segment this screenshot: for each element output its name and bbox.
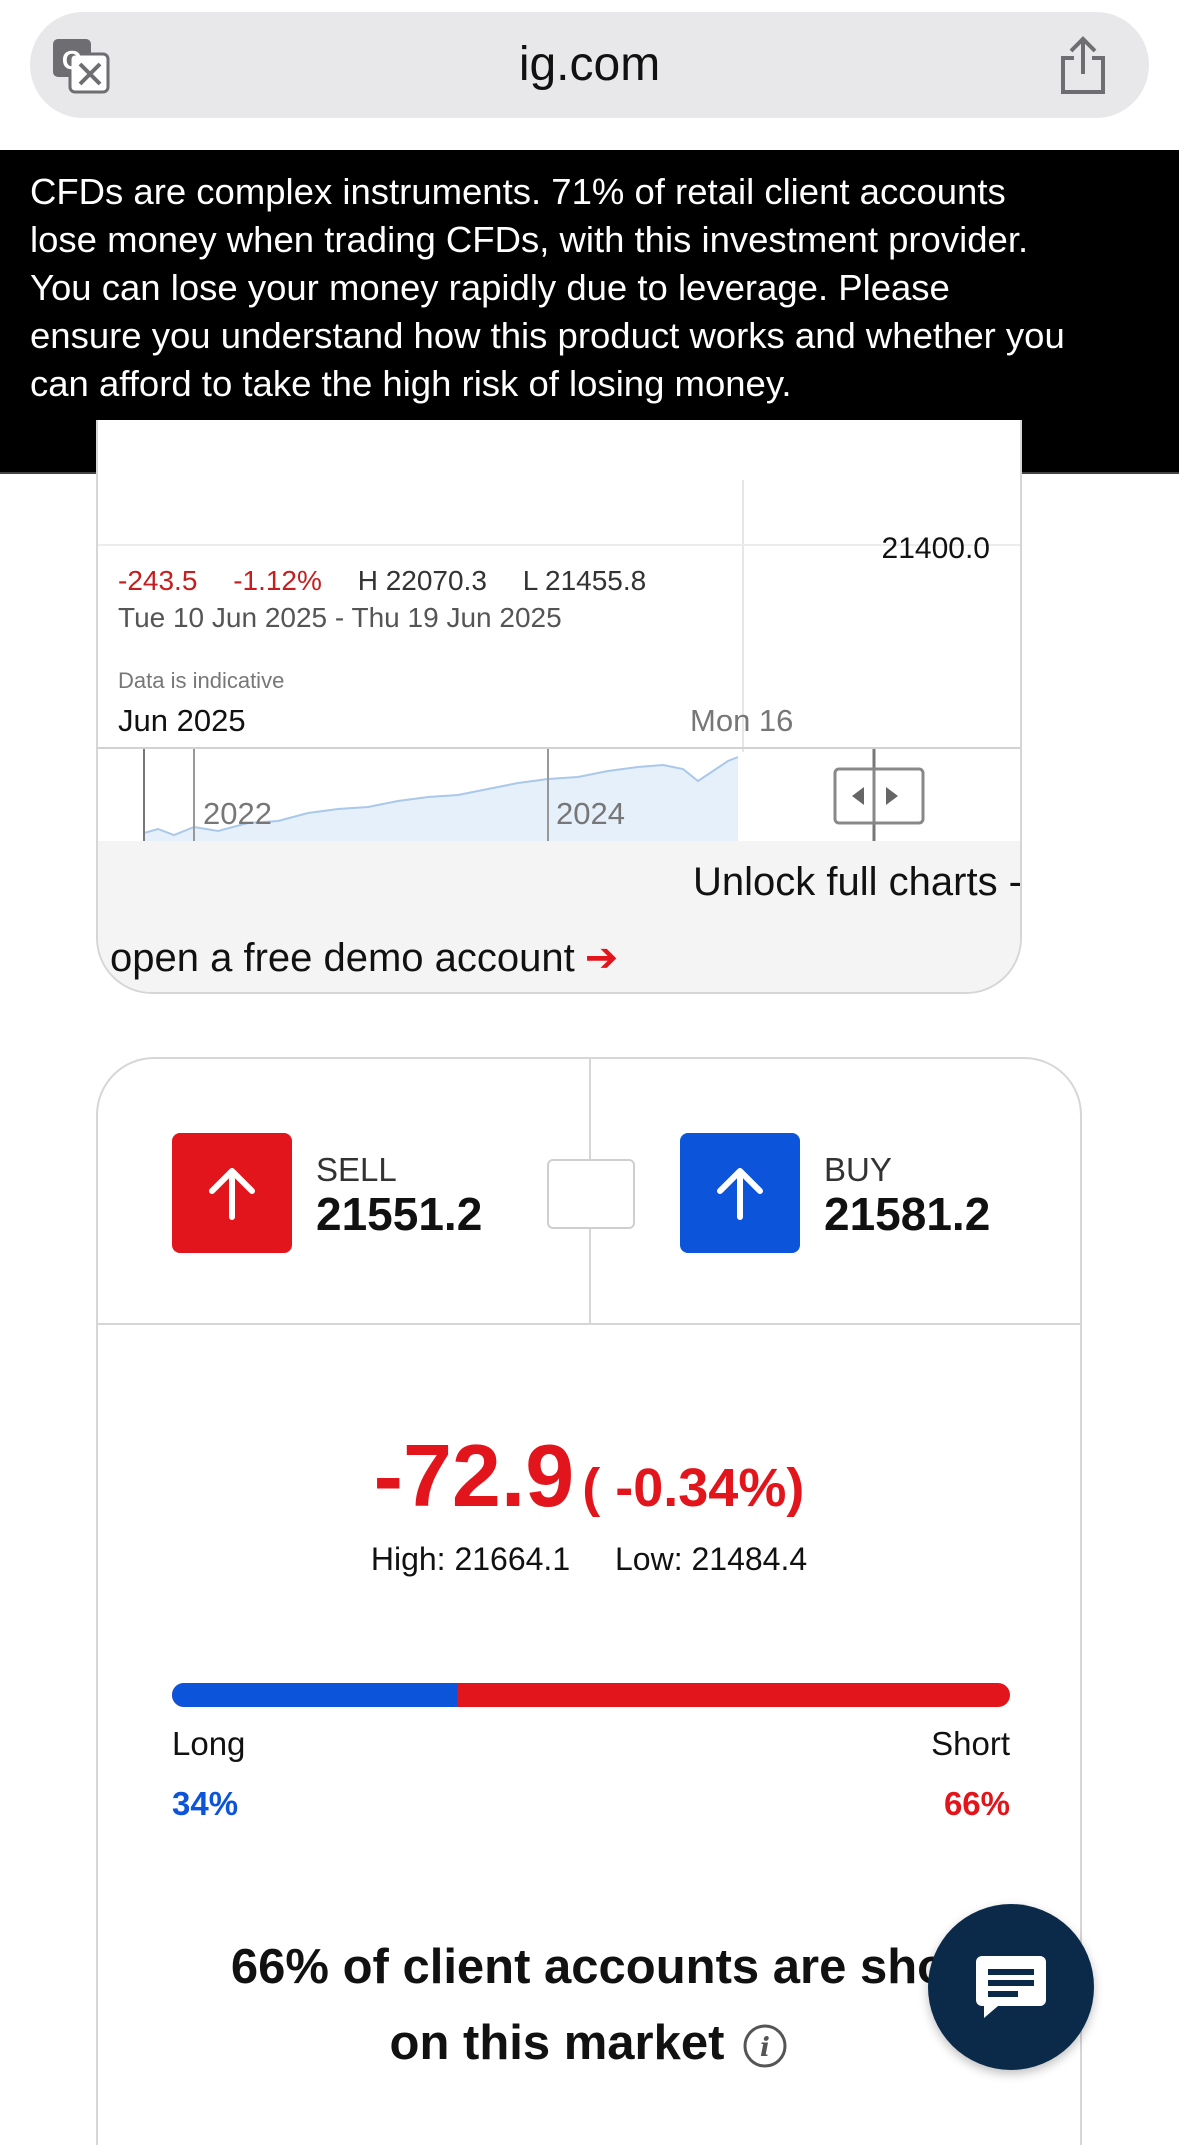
axis-day-label: Mon 16 (690, 703, 794, 738)
url-bar[interactable]: G ig.com (30, 12, 1149, 118)
sentiment-statement-line1: 66% of client accounts are sho (230, 1940, 948, 1994)
sell-label: SELL (316, 1151, 397, 1188)
chat-icon (976, 1956, 1046, 2018)
demo-account-link[interactable]: open a free demo account ➔ (110, 935, 618, 981)
daily-change-value: -72.9 (373, 1426, 575, 1525)
chart-change-pct: -1.12% (233, 565, 322, 596)
sentiment-statement-line2-text: on this market (389, 2016, 725, 2070)
daily-change: -72.9( -0.34%) (98, 1425, 1080, 1527)
chart-date-range: Tue 10 Jun 2025 - Thu 19 Jun 2025 (118, 602, 562, 633)
sentiment-statement: 66% of client accounts are sho on this m… (138, 1929, 1040, 2081)
navigator-year: 2022 (203, 796, 272, 831)
trade-divider-horizontal (98, 1323, 1080, 1325)
chart-high: H 22070.3 (357, 565, 487, 596)
buy-label: BUY (824, 1151, 892, 1188)
sentiment-bar (172, 1683, 1010, 1707)
short-pct: 66% (943, 1785, 1010, 1822)
axis-month-label: Jun 2025 (118, 703, 246, 738)
risk-warning-text: CFDs are complex instruments. 71% of ret… (30, 171, 1065, 404)
chart-stats-row: -243.5 -1.12% H 22070.3 L 21455.8 (118, 565, 674, 597)
daily-low: Low: 21484.4 (615, 1541, 808, 1577)
buy-price[interactable]: 21581.2 (824, 1187, 990, 1241)
demo-account-link-text[interactable]: open a free demo account (110, 936, 575, 980)
chart-price-level: 21400.0 (881, 532, 990, 565)
unlock-charts-link[interactable]: Unlock full charts - (693, 860, 1020, 905)
buy-button[interactable] (680, 1133, 800, 1253)
svg-text:i: i (761, 2033, 771, 2063)
long-label: Long (172, 1725, 246, 1762)
sell-button[interactable] (172, 1133, 292, 1253)
arrow-right-icon: ➔ (584, 936, 619, 980)
daily-high-low: High: 21664.1 Low: 21484.4 (98, 1541, 1080, 1578)
chart-low: L 21455.8 (522, 565, 647, 596)
indicative-note: Data is indicative (118, 668, 285, 693)
url-text[interactable]: ig.com (30, 12, 1149, 118)
daily-high: High: 21664.1 (370, 1541, 571, 1577)
chart-navigator[interactable]: 2022 2024 (98, 749, 1020, 841)
chat-button[interactable] (928, 1904, 1094, 2070)
daily-change-pct: ( -0.34%) (582, 1458, 805, 1518)
arrow-up-icon (717, 1168, 763, 1220)
spread-box (547, 1159, 635, 1229)
short-label: Short (931, 1725, 1010, 1762)
sell-price[interactable]: 21551.2 (316, 1187, 482, 1241)
navigator-handle (833, 767, 925, 825)
long-pct: 34% (172, 1785, 239, 1822)
info-icon[interactable]: i (742, 2023, 788, 2069)
sentiment-statement-line2: on this market i (138, 2005, 1040, 2081)
share-icon[interactable] (1057, 36, 1109, 96)
arrow-up-icon (209, 1168, 255, 1220)
chart-change: -243.5 (118, 565, 198, 596)
navigator-year: 2024 (556, 796, 625, 831)
sentiment-long-fill (172, 1683, 457, 1707)
chart-card: 21400.0 -243.5 -1.12% H 22070.3 L 21455.… (96, 420, 1022, 994)
